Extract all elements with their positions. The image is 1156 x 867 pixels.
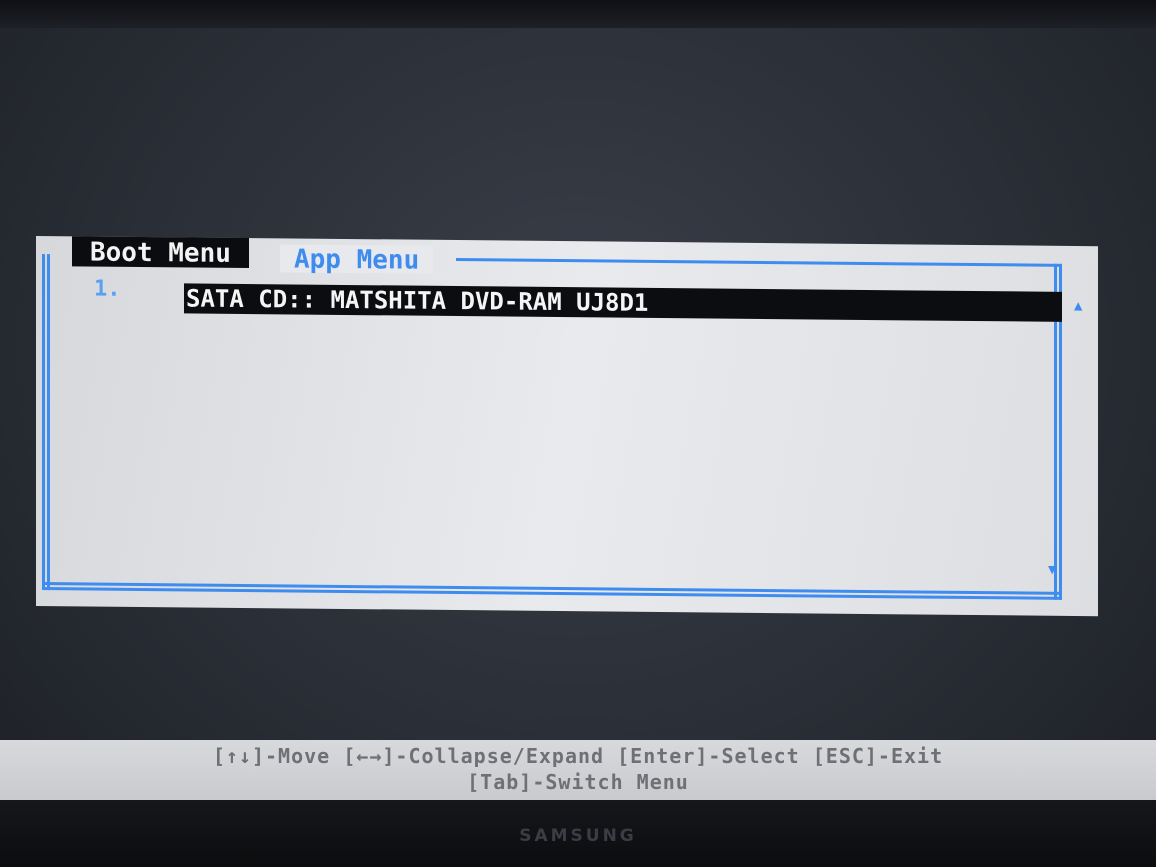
boot-item-label: SATA CD:: MATSHITA DVD-RAM UJ8D1 (186, 284, 649, 317)
tab-boot-menu[interactable]: Boot Menu (72, 236, 249, 269)
boot-menu-dialog: Boot Menu App Menu 1. SATA CD:: MATSHITA… (36, 236, 1098, 617)
monitor-brand-logo: SAMSUNG (519, 826, 637, 846)
boot-item-selected[interactable]: SATA CD:: MATSHITA DVD-RAM UJ8D1 (184, 283, 1062, 322)
dialog-frame-bottom (42, 582, 1062, 600)
boot-item-number: 1. (94, 276, 121, 302)
scroll-down-icon[interactable]: ▼ (1048, 562, 1056, 578)
key-hints-line-2: [Tab]-Switch Menu (467, 770, 689, 794)
key-hints-line-1: [↑↓]-Move [←→]-Collapse/Expand [Enter]-S… (212, 744, 944, 768)
dialog-frame-left (42, 254, 50, 591)
dialog-frame-top (456, 258, 1062, 270)
scroll-up-icon[interactable]: ▲ (1074, 298, 1082, 314)
key-hints-footer: [↑↓]-Move [←→]-Collapse/Expand [Enter]-S… (0, 740, 1156, 800)
tab-app-menu[interactable]: App Menu (280, 244, 434, 276)
monitor-bezel-top (0, 0, 1156, 28)
